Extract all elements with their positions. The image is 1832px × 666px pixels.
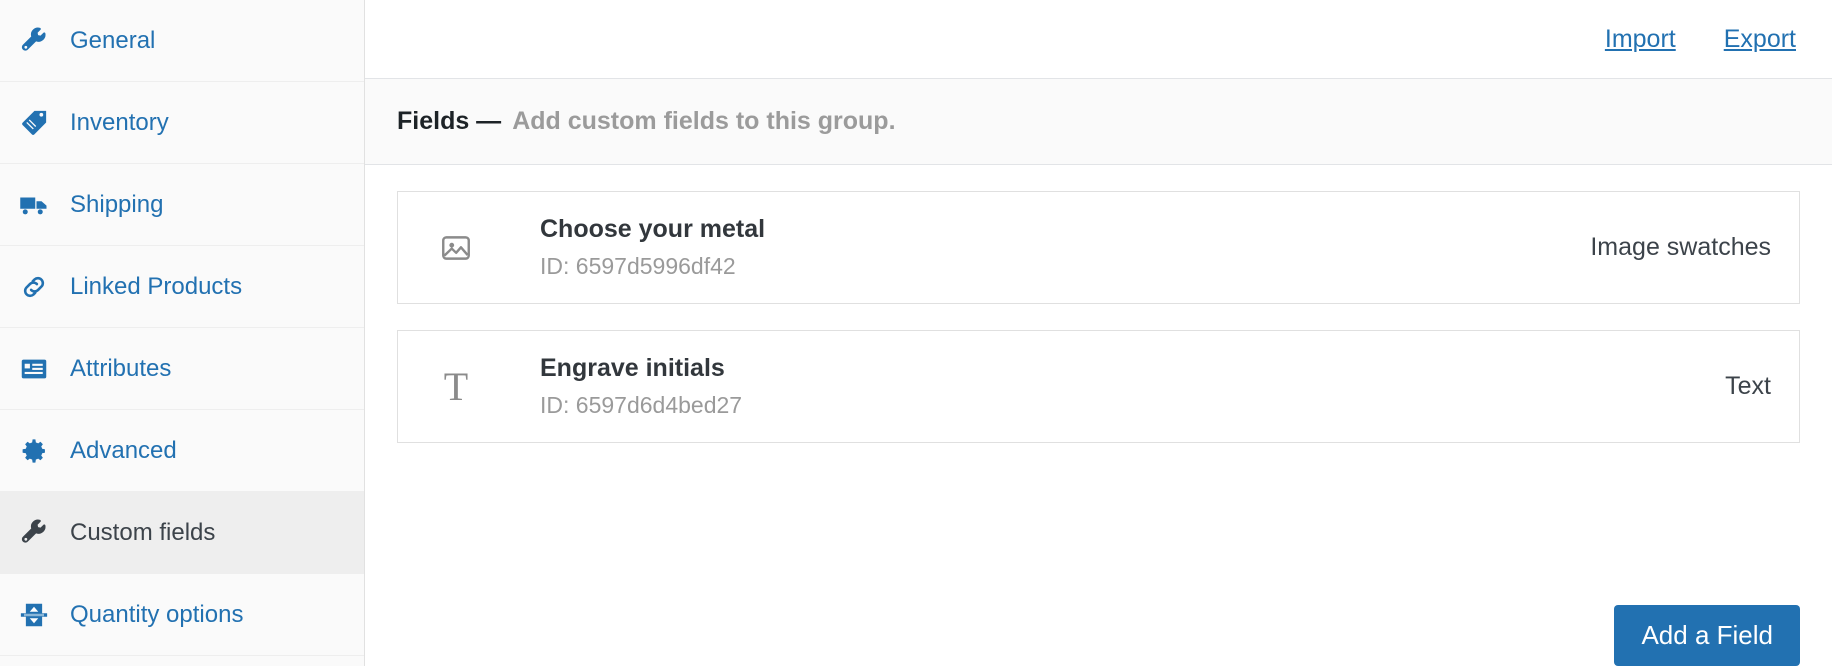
- fields-section-header: Fields — Add custom fields to this group…: [365, 79, 1832, 165]
- field-card[interactable]: Choose your metal ID: 6597d5996df42 Imag…: [397, 191, 1800, 304]
- fields-footer: Add a Field: [365, 583, 1832, 666]
- sidebar-item-label: Attributes: [70, 354, 172, 382]
- sidebar-item-label: Quantity options: [70, 600, 244, 628]
- wrench-icon: [14, 27, 54, 55]
- link-icon: [14, 273, 54, 301]
- list-table-icon: [14, 355, 54, 383]
- sidebar-item-quantity-options[interactable]: Quantity options: [0, 574, 364, 656]
- image-icon: [428, 231, 484, 265]
- import-link[interactable]: Import: [1605, 25, 1676, 54]
- custom-fields-screen: General Inventory Shipping Linked Produc…: [0, 0, 1832, 666]
- sidebar-item-label: Custom fields: [70, 518, 216, 546]
- field-title: Engrave initials: [540, 354, 725, 382]
- sidebar-item-inventory[interactable]: Inventory: [0, 82, 364, 164]
- wrench-icon: [14, 519, 54, 547]
- sidebar-item-label: General: [70, 26, 156, 54]
- field-id: ID: 6597d5996df42: [540, 253, 736, 280]
- fields-section-title: Fields —: [397, 107, 502, 135]
- truck-icon: [14, 190, 54, 220]
- sidebar-item-attributes[interactable]: Attributes: [0, 328, 364, 410]
- fields-list: Choose your metal ID: 6597d5996df42 Imag…: [365, 165, 1832, 583]
- sidebar-item-custom-fields[interactable]: Custom fields: [0, 492, 364, 574]
- fields-section-subtitle: Add custom fields to this group.: [512, 107, 896, 135]
- text-icon-glyph: T: [443, 363, 469, 409]
- tag-icon: [14, 109, 54, 137]
- sidebar-item-advanced[interactable]: Advanced: [0, 410, 364, 492]
- field-title: Choose your metal: [540, 215, 766, 243]
- sidebar-item-label: Shipping: [70, 190, 164, 218]
- product-data-sidebar: General Inventory Shipping Linked Produc…: [0, 0, 365, 666]
- field-card-text: Engrave initials ID: 6597d6d4bed27: [484, 353, 1705, 420]
- field-id: ID: 6597d6d4bed27: [540, 392, 743, 419]
- stepper-icon: [14, 600, 54, 630]
- field-card[interactable]: T Engrave initials ID: 6597d6d4bed27 Tex…: [397, 330, 1800, 443]
- sidebar-item-general[interactable]: General: [0, 0, 364, 82]
- sidebar-item-label: Inventory: [70, 108, 169, 136]
- add-field-button[interactable]: Add a Field: [1614, 605, 1800, 666]
- sidebar-item-linked-products[interactable]: Linked Products: [0, 246, 364, 328]
- panel-toolbar: Import Export: [365, 0, 1832, 79]
- field-card-text: Choose your metal ID: 6597d5996df42: [484, 214, 1570, 281]
- field-type: Text: [1725, 372, 1771, 400]
- field-type: Image swatches: [1590, 233, 1771, 261]
- sidebar-item-label: Advanced: [70, 436, 177, 464]
- export-link[interactable]: Export: [1724, 25, 1796, 54]
- custom-fields-panel: Import Export Fields — Add custom fields…: [365, 0, 1832, 666]
- sidebar-item-label: Linked Products: [70, 272, 243, 300]
- gear-icon: [14, 437, 54, 465]
- text-icon: T: [428, 363, 484, 409]
- sidebar-item-shipping[interactable]: Shipping: [0, 164, 364, 246]
